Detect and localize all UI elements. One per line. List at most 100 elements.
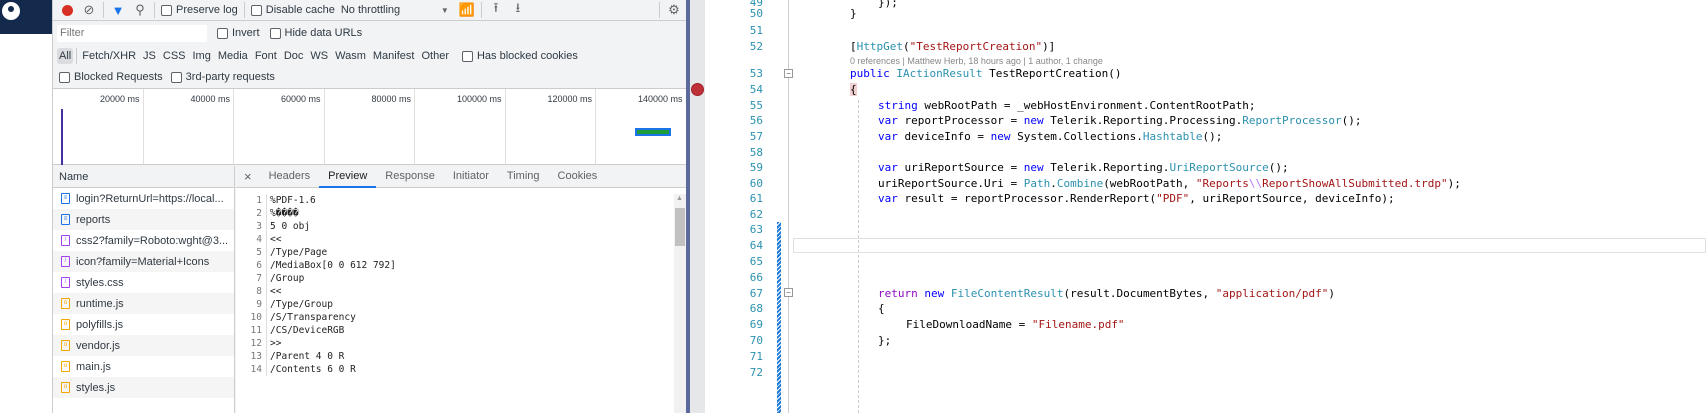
import-har-icon[interactable]: ⭱ — [488, 0, 504, 18]
preview-line: 13/Parent 4 0 R — [236, 350, 396, 363]
preview-line-number: 7 — [256, 273, 262, 284]
preview-line-number: 8 — [256, 286, 262, 297]
preview-line-number: 2 — [256, 208, 262, 219]
line-number: 50 — [749, 7, 763, 20]
network-toolbar: ⊘ ▼ ⚲ Preserve log Disable cache No thro… — [53, 0, 688, 21]
name-column-header[interactable]: Name — [53, 166, 234, 188]
line-number: 65 — [749, 255, 763, 268]
request-row[interactable]: ≡ login?ReturnUrl=https://local... — [53, 188, 234, 209]
tab-preview[interactable]: Preview — [319, 166, 377, 188]
request-name: css2?family=Roboto:wght@3... — [76, 234, 229, 247]
change-tracking-bar — [777, 222, 781, 413]
preview-line: 10/S/Transparency — [236, 311, 396, 324]
disable-cache-checkbox[interactable]: Disable cache — [250, 4, 335, 16]
line-number: 72 — [749, 366, 763, 379]
codelens[interactable]: 0 references | Matthew Herb, 18 hours ag… — [850, 56, 1103, 66]
collapse-icon[interactable]: − — [784, 69, 793, 78]
preserve-log-label: Preserve log — [176, 4, 238, 16]
type-filter-fetchxhr[interactable]: Fetch/XHR — [80, 48, 138, 64]
tab-cookies[interactable]: Cookies — [549, 166, 607, 188]
network-timeline-overview[interactable]: 20000 ms 40000 ms 60000 ms 80000 ms 100000 m… — [53, 88, 790, 165]
blocked-requests-checkbox[interactable]: Blocked Requests — [59, 71, 163, 83]
blocked-requests-label: Blocked Requests — [74, 71, 163, 83]
preview-line-text: %���� — [266, 207, 299, 220]
type-filter-img[interactable]: Img — [191, 48, 213, 64]
breakpoint-icon[interactable] — [691, 83, 704, 96]
export-har-icon[interactable]: ⭳ — [510, 0, 526, 18]
has-blocked-cookies-checkbox[interactable]: Has blocked cookies — [461, 50, 578, 62]
type-filter-wasm[interactable]: Wasm — [333, 48, 368, 64]
request-row[interactable]: / icon?family=Material+Icons — [53, 251, 234, 272]
timeline-tick-label: 140000 ms — [596, 89, 687, 164]
preview-line: 8 << — [236, 285, 396, 298]
tab-response[interactable]: Response — [376, 166, 444, 188]
type-filter-doc[interactable]: Doc — [282, 48, 306, 64]
throttling-select[interactable]: No throttling — [341, 4, 431, 16]
devtools-network-panel: ⊘ ▼ ⚲ Preserve log Disable cache No thro… — [52, 0, 790, 413]
record-icon[interactable] — [59, 2, 75, 18]
type-filter-manifest[interactable]: Manifest — [371, 48, 417, 64]
type-filter-css[interactable]: CSS — [161, 48, 188, 64]
type-filter-all[interactable]: All — [57, 48, 74, 64]
preserve-log-checkbox[interactable]: Preserve log — [161, 4, 238, 16]
scrollbar-thumb[interactable] — [675, 208, 685, 246]
line-number: 63 — [749, 223, 763, 236]
code-line: return new FileContentResult(result.Docu… — [878, 287, 1336, 300]
editor-glyph-margin[interactable] — [690, 0, 705, 413]
timeline-tick-label: 100000 ms — [415, 89, 506, 164]
code-line: var deviceInfo = new System.Collections.… — [878, 130, 1223, 143]
timeline-tick-label: 20000 ms — [53, 89, 144, 164]
script-file-icon: o — [61, 382, 70, 393]
network-conditions-icon[interactable]: 📶 — [459, 2, 475, 18]
user-avatar-icon[interactable] — [2, 2, 20, 20]
scroll-up-arrow-icon[interactable]: ▲ — [676, 195, 683, 202]
request-row[interactable]: o polyfills.js — [53, 314, 234, 335]
line-number: 55 — [749, 99, 763, 112]
type-filter-ws[interactable]: WS — [308, 48, 330, 64]
preview-line-text: << — [266, 233, 281, 246]
preview-line-number: 5 — [256, 247, 262, 258]
preview-line: 11/CS/DeviceRGB — [236, 324, 396, 337]
type-filter-other[interactable]: Other — [419, 48, 451, 64]
request-row[interactable]: o main.js — [53, 356, 234, 377]
preview-line-number: 13 — [250, 351, 262, 362]
clear-icon[interactable]: ⊘ — [81, 2, 97, 18]
line-number: 69 — [749, 318, 763, 331]
settings-gear-icon[interactable]: ⚙ — [666, 2, 682, 18]
stylesheet-file-icon: / — [61, 235, 70, 246]
request-row[interactable]: ≡ reports — [53, 209, 234, 230]
line-number: 52 — [749, 40, 763, 53]
collapse-icon[interactable]: − — [784, 288, 793, 297]
divider — [243, 2, 245, 18]
timeline-tick-label: 40000 ms — [144, 89, 234, 164]
preview-line-text: /CS/DeviceRGB — [266, 324, 344, 337]
search-icon[interactable]: ⚲ — [132, 2, 148, 18]
script-file-icon: o — [61, 298, 70, 309]
type-filter-font[interactable]: Font — [253, 48, 279, 64]
third-party-checkbox[interactable]: 3rd-party requests — [170, 71, 275, 83]
close-icon[interactable]: × — [236, 169, 260, 184]
line-number: 70 — [749, 334, 763, 347]
request-row[interactable]: / css2?family=Roboto:wght@3... — [53, 230, 234, 251]
type-filter-media[interactable]: Media — [216, 48, 250, 64]
request-row[interactable]: / styles.css — [53, 272, 234, 293]
request-row[interactable]: o styles.js — [53, 377, 234, 398]
tab-initiator[interactable]: Initiator — [444, 166, 498, 188]
resource-type-filters: All Fetch/XHR JS CSS Img Media Font Doc WS Wasm Ma… — [53, 45, 688, 67]
script-file-icon: o — [61, 340, 70, 351]
filter-input[interactable] — [57, 24, 207, 42]
code-editor[interactable]: 49 50 51 52 53 54 55 56 57 58 59 60 61 62 63 64 65 66 67 68… — [705, 0, 1706, 413]
preview-scrollbar[interactable]: ▲ — [674, 194, 686, 413]
chevron-down-icon[interactable]: ▼ — [437, 2, 453, 18]
preview-line: 3 5 0 obj — [236, 220, 396, 233]
type-filter-js[interactable]: JS — [141, 48, 158, 64]
document-file-icon: ≡ — [61, 193, 70, 204]
filter-icon[interactable]: ▼ — [110, 2, 126, 18]
invert-label: Invert — [232, 27, 260, 39]
tab-timing[interactable]: Timing — [498, 166, 549, 188]
invert-checkbox[interactable]: Invert — [217, 27, 260, 39]
request-row[interactable]: o vendor.js — [53, 335, 234, 356]
request-row[interactable]: o runtime.js — [53, 293, 234, 314]
hide-data-urls-checkbox[interactable]: Hide data URLs — [269, 27, 362, 39]
tab-headers[interactable]: Headers — [260, 166, 320, 188]
